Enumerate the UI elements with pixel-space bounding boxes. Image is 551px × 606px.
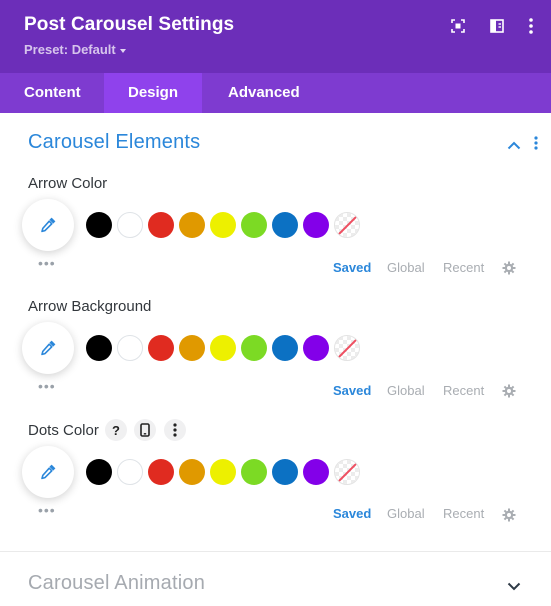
more-options-icon[interactable]: [520, 15, 542, 37]
swatch-purple[interactable]: [303, 212, 329, 238]
swatch-orange[interactable]: [179, 212, 205, 238]
swatch-green[interactable]: [241, 335, 267, 361]
color-picker-button[interactable]: [22, 199, 74, 251]
responsive-icon[interactable]: [134, 419, 156, 441]
swatch-purple[interactable]: [303, 335, 329, 361]
swatch-yellow[interactable]: [210, 459, 236, 485]
modal-header: Post Carousel Settings Preset: Default: [0, 0, 551, 73]
swatch-orange[interactable]: [179, 459, 205, 485]
eyedropper-icon: [41, 217, 56, 233]
section-divider: [0, 551, 551, 552]
swatch-blue[interactable]: [272, 459, 298, 485]
swatch-black[interactable]: [86, 459, 112, 485]
palette-tab-saved[interactable]: Saved: [333, 383, 371, 398]
section-title-carousel-elements[interactable]: Carousel Elements: [28, 131, 200, 154]
modal-title: Post Carousel Settings: [24, 14, 235, 35]
palette-tab-global[interactable]: Global: [387, 506, 425, 521]
palette-tab-recent[interactable]: Recent: [443, 383, 484, 398]
field-label-dots-color: Dots Color: [28, 422, 99, 439]
tab-design[interactable]: Design: [104, 73, 202, 113]
color-picker-button[interactable]: [22, 322, 74, 374]
help-icon[interactable]: ?: [105, 419, 127, 441]
gear-icon[interactable]: [502, 261, 516, 275]
swatch-red[interactable]: [148, 212, 174, 238]
color-picker-button[interactable]: [22, 446, 74, 498]
swatch-white[interactable]: [117, 212, 143, 238]
field-options-icon[interactable]: [164, 419, 186, 441]
swatch-red[interactable]: [148, 335, 174, 361]
palette-tab-global[interactable]: Global: [387, 260, 425, 275]
field-label-arrow-background: Arrow Background: [28, 298, 152, 315]
swatch-black[interactable]: [86, 335, 112, 361]
palette-tab-saved[interactable]: Saved: [333, 506, 371, 521]
swatch-green[interactable]: [241, 459, 267, 485]
swatch-orange[interactable]: [179, 335, 205, 361]
preset-selector[interactable]: Preset: Default: [24, 42, 126, 57]
tab-advanced[interactable]: Advanced: [202, 73, 300, 113]
section-options-icon[interactable]: [534, 136, 538, 155]
swatch-white[interactable]: [117, 459, 143, 485]
swatch-white[interactable]: [117, 335, 143, 361]
swatch-none[interactable]: [334, 212, 360, 238]
swatch-blue[interactable]: [272, 335, 298, 361]
eyedropper-icon: [41, 464, 56, 480]
swatch-green[interactable]: [241, 212, 267, 238]
settings-tabs: Content Design Advanced: [0, 73, 551, 113]
chevron-up-icon[interactable]: [507, 137, 521, 155]
caret-down-icon: [119, 48, 126, 53]
palette-tab-recent[interactable]: Recent: [443, 506, 484, 521]
palette-tab-saved[interactable]: Saved: [333, 260, 371, 275]
palette-tab-global[interactable]: Global: [387, 383, 425, 398]
eyedropper-icon: [41, 340, 56, 356]
tab-content[interactable]: Content: [0, 73, 104, 113]
expand-icon[interactable]: [447, 15, 469, 37]
swatch-red[interactable]: [148, 459, 174, 485]
swatch-none[interactable]: [334, 459, 360, 485]
gear-icon[interactable]: [502, 384, 516, 398]
more-colors-button[interactable]: •••: [38, 503, 56, 517]
swatch-yellow[interactable]: [210, 335, 236, 361]
gear-icon[interactable]: [502, 508, 516, 522]
swatch-purple[interactable]: [303, 459, 329, 485]
swatch-black[interactable]: [86, 212, 112, 238]
swatch-blue[interactable]: [272, 212, 298, 238]
swatch-yellow[interactable]: [210, 212, 236, 238]
section-title-carousel-animation[interactable]: Carousel Animation: [28, 572, 205, 595]
split-view-icon[interactable]: [486, 15, 508, 37]
chevron-down-icon[interactable]: [507, 578, 521, 596]
more-colors-button[interactable]: •••: [38, 256, 56, 270]
palette-tab-recent[interactable]: Recent: [443, 260, 484, 275]
swatch-none[interactable]: [334, 335, 360, 361]
more-colors-button[interactable]: •••: [38, 379, 56, 393]
field-label-arrow-color: Arrow Color: [28, 175, 108, 192]
preset-label: Preset: Default: [24, 42, 116, 57]
